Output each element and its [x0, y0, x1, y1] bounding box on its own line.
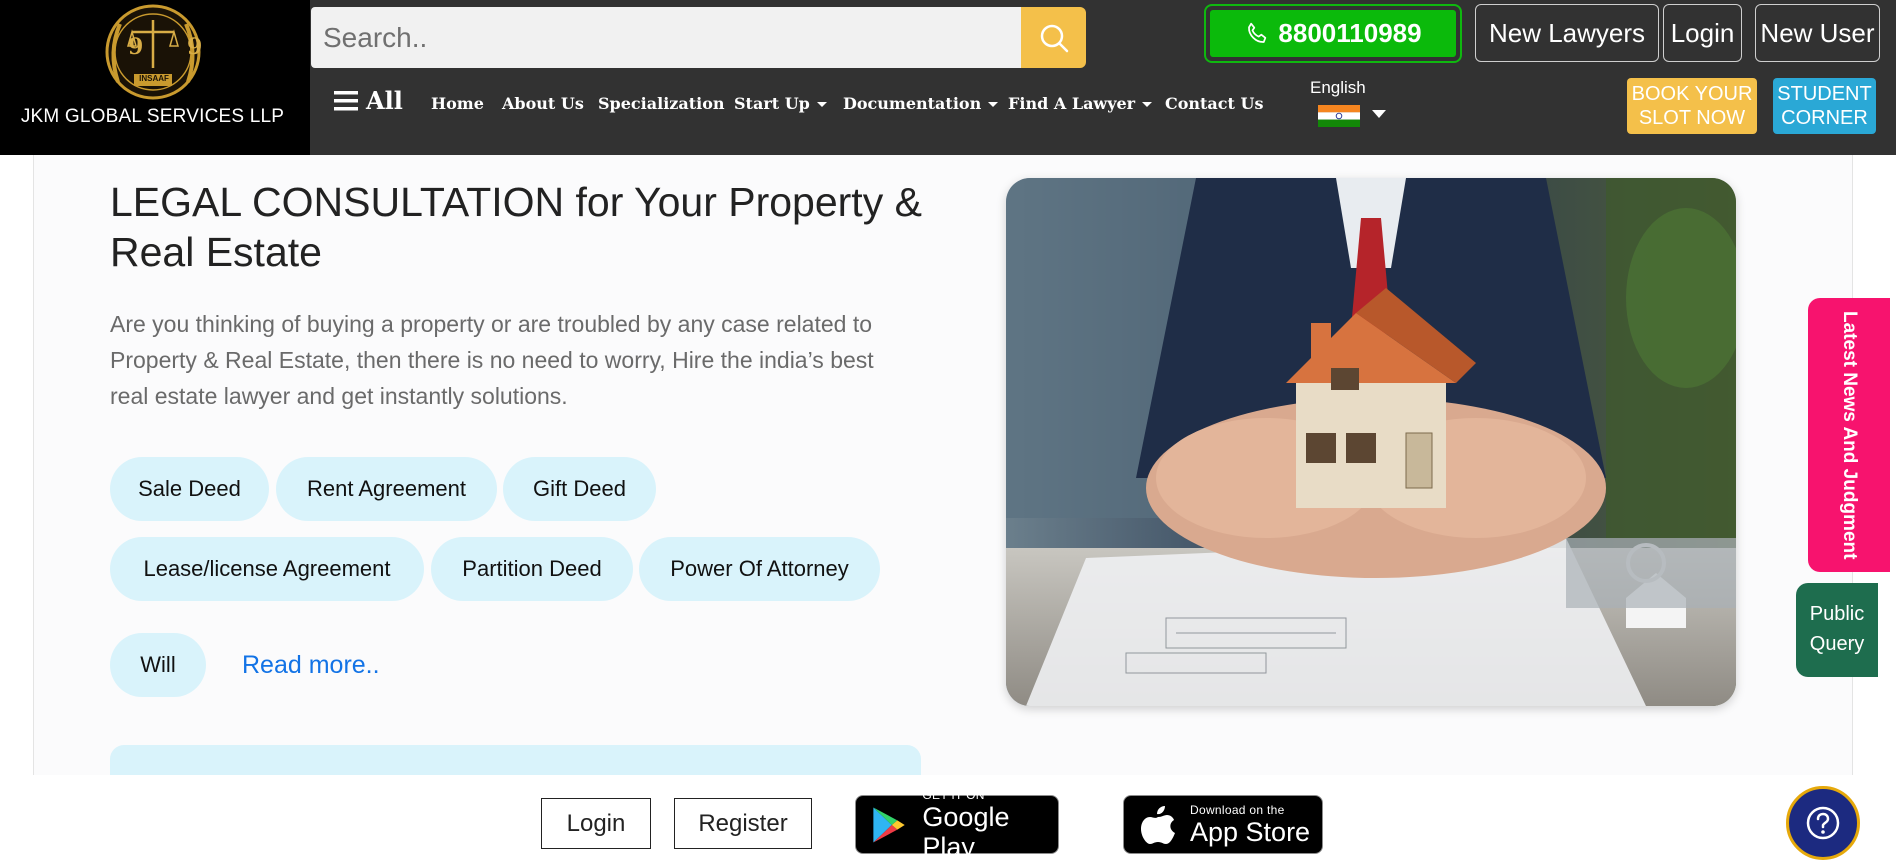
chip-power-of-attorney[interactable]: Power Of Attorney — [639, 537, 880, 601]
language-dropdown-icon[interactable] — [1372, 110, 1386, 118]
book-slot-button[interactable]: BOOK YOUR SLOT NOW — [1627, 78, 1757, 134]
page-title: LEGAL CONSULTATION for Your Property & R… — [110, 179, 922, 275]
nav-specialization[interactable]: Specialization — [598, 94, 725, 113]
chip-sale-deed[interactable]: Sale Deed — [110, 457, 269, 521]
all-menu-button[interactable]: All — [334, 86, 403, 115]
new-lawyers-button[interactable]: New Lawyers — [1475, 4, 1659, 62]
site-header: 9 9 INSAAF JKM GLOBAL SERVICES LLP 88001… — [0, 0, 1896, 155]
nav-start-up[interactable]: Start Up — [734, 94, 827, 113]
student-line-2: CORNER — [1781, 107, 1868, 129]
nav-specialization-label: Specialization — [598, 94, 725, 113]
help-button[interactable] — [1786, 786, 1860, 860]
hero-illustration — [1006, 178, 1736, 706]
nav-find-a-lawyer[interactable]: Find A Lawyer — [1008, 94, 1153, 113]
google-play-icon — [873, 806, 905, 843]
public-query-tab[interactable]: Public Query — [1796, 583, 1878, 677]
chip-partition-deed[interactable]: Partition Deed — [431, 537, 633, 601]
nav-contact-us[interactable]: Contact Us — [1165, 94, 1263, 113]
language-label: English — [1310, 78, 1366, 97]
google-play-badge[interactable]: GET IT ON Google Play — [855, 788, 1059, 862]
latest-news-label: Latest News And Judgment — [1839, 310, 1860, 560]
google-badge-big: Google Play — [922, 801, 1010, 862]
chip-rent-agreement[interactable]: Rent Agreement — [276, 457, 497, 521]
phone-call-button[interactable]: 8800110989 — [1204, 4, 1462, 63]
nav-about-label: About Us — [502, 94, 584, 113]
nav-home-label: Home — [431, 94, 484, 113]
app-store-badge[interactable]: Download on the App Store — [1123, 795, 1323, 854]
student-line-1: STUDENT — [1777, 83, 1872, 105]
book-line-2: SLOT NOW — [1638, 107, 1746, 129]
chevron-down-icon — [816, 102, 827, 107]
phone-number: 8800110989 — [1278, 18, 1422, 48]
new-user-button[interactable]: New User — [1755, 4, 1880, 62]
search-button[interactable] — [1021, 7, 1086, 68]
phone-icon — [1248, 22, 1267, 43]
apple-icon — [1141, 805, 1175, 844]
hamburger-icon — [334, 90, 358, 110]
bottom-register-button[interactable]: Register — [674, 798, 812, 849]
phone-button-inner: 8800110989 — [1210, 10, 1456, 57]
read-more-link[interactable]: Read more.. — [242, 651, 380, 680]
chip-will[interactable]: Will — [110, 633, 206, 697]
login-button[interactable]: Login — [1663, 4, 1742, 62]
nav-documentation-label: Documentation — [843, 94, 982, 113]
nav-home[interactable]: Home — [431, 94, 484, 113]
chevron-down-icon — [1142, 102, 1153, 107]
bottom-login-button[interactable]: Login — [541, 798, 651, 849]
google-badge-small: GET IT ON — [922, 787, 985, 802]
company-name: JKM GLOBAL SERVICES LLP — [20, 106, 285, 127]
logo-badge-text: INSAAF — [139, 74, 169, 83]
student-corner-button[interactable]: STUDENT CORNER — [1773, 78, 1876, 134]
search-input[interactable] — [311, 7, 1022, 68]
question-icon — [1806, 806, 1840, 840]
chip-gift-deed[interactable]: Gift Deed — [503, 457, 656, 521]
nav-startup-label: Start Up — [734, 94, 810, 113]
nav-about-us[interactable]: About Us — [502, 94, 584, 113]
india-flag-icon[interactable] — [1318, 105, 1360, 127]
book-line-1: BOOK YOUR — [1631, 83, 1753, 105]
chevron-down-icon — [988, 102, 999, 107]
apple-badge-small: Download on the — [1190, 802, 1285, 817]
search-icon — [1040, 24, 1068, 52]
nav-documentation[interactable]: Documentation — [843, 94, 999, 113]
nav-contact-label: Contact Us — [1165, 94, 1264, 113]
public-query-line-1: Public — [1809, 603, 1865, 625]
logo-numbers: 9 9 — [128, 34, 221, 60]
page-description: Are you thinking of buying a property or… — [110, 311, 874, 409]
apple-badge-big: App Store — [1190, 816, 1311, 847]
hero-image-house-in-hands — [1006, 178, 1736, 706]
all-label: All — [366, 86, 403, 115]
logo[interactable]: 9 9 INSAAF JKM GLOBAL SERVICES LLP — [0, 0, 310, 155]
public-query-line-2: Query — [1809, 633, 1865, 655]
chip-lease-license-agreement[interactable]: Lease/license Agreement — [110, 537, 424, 601]
nav-find-lawyer-label: Find A Lawyer — [1008, 94, 1136, 113]
info-panel-top — [110, 745, 921, 775]
